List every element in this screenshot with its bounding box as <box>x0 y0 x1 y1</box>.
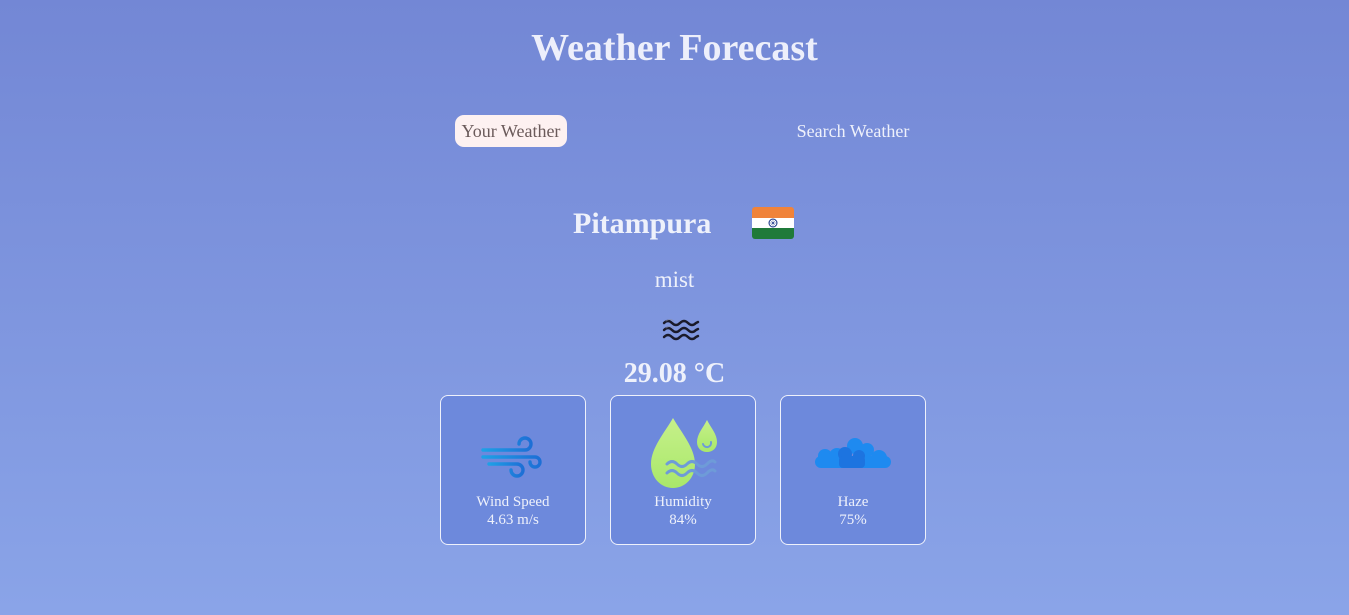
temperature-value: 29.08 °C <box>623 358 726 389</box>
weather-condition: mist <box>654 267 695 292</box>
wind-speed-label: Wind Speed <box>476 494 550 510</box>
wind-speed-value: 4.63 m/s <box>487 512 539 528</box>
mist-icon <box>662 319 700 341</box>
india-flag-icon <box>752 207 794 239</box>
humidity-card: Humidity 84% <box>610 395 756 545</box>
humidity-label: Humidity <box>654 494 712 510</box>
page-title: Weather Forecast <box>531 27 818 69</box>
wind-icon <box>481 436 542 478</box>
haze-card: Haze 75% <box>780 395 926 545</box>
tab-search-weather[interactable]: Search Weather <box>789 115 917 147</box>
humidity-icon <box>651 418 717 488</box>
temperature-readout: 29.08 °C <box>0 357 1349 391</box>
haze-label: Haze <box>837 494 869 510</box>
cloud-icon <box>815 438 891 468</box>
weather-details-cards: Wind Speed 4.63 m/s Humidity 84% Haze 75… <box>440 395 926 545</box>
location-row: Pitampura <box>0 200 1349 248</box>
humidity-value: 84% <box>669 512 697 528</box>
city-name: Pitampura <box>573 207 712 240</box>
haze-value: 75% <box>839 512 867 528</box>
tab-bar: Your Weather Search Weather <box>0 115 1349 147</box>
tab-your-weather[interactable]: Your Weather <box>455 115 567 147</box>
wind-speed-card: Wind Speed 4.63 m/s <box>440 395 586 545</box>
